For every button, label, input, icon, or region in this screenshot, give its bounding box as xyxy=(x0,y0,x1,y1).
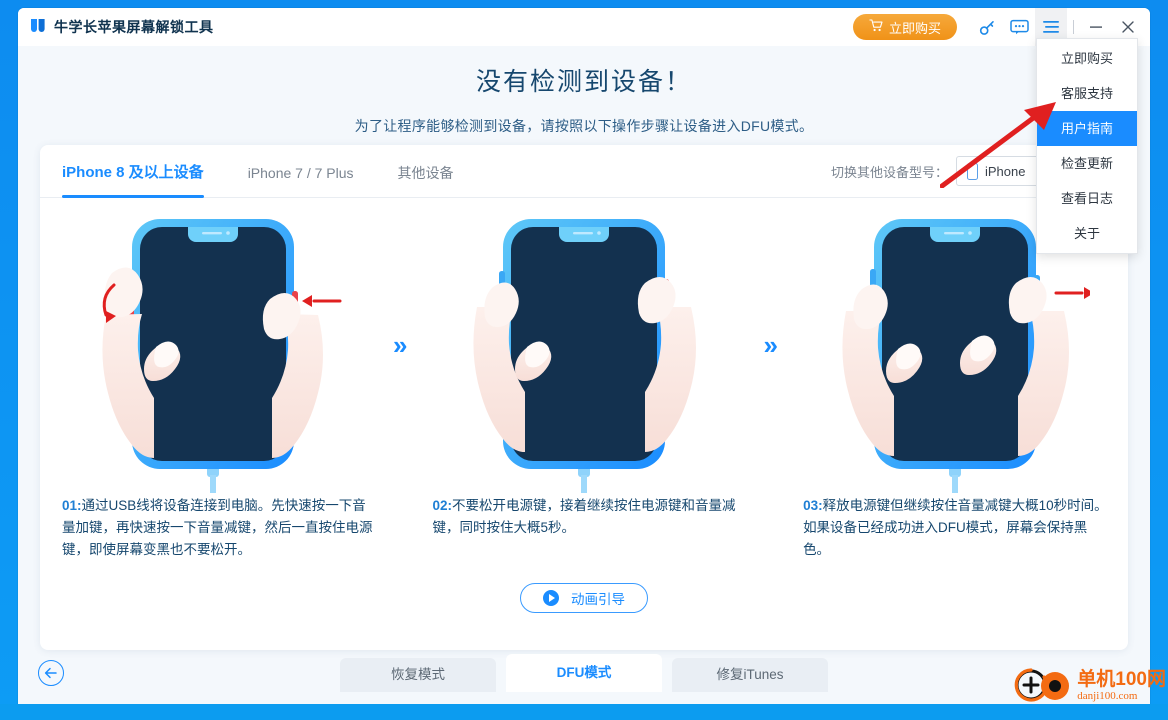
animation-guide-button[interactable]: 动画引导 xyxy=(520,583,648,613)
step-1: 01:通过USB线将设备连接到电脑。先快速按一下音量加键，再快速按一下音量减键，… xyxy=(50,200,377,561)
watermark-logo-icon xyxy=(1013,663,1075,708)
step-3-number: 03: xyxy=(803,498,823,513)
steps-row: 01:通过USB线将设备连接到电脑。先快速按一下音量加键，再快速按一下音量减键，… xyxy=(40,198,1128,561)
brand: 牛学长苹果屏幕解锁工具 xyxy=(18,17,214,37)
step-separator-1-icon: » xyxy=(393,329,407,360)
tab-other-devices[interactable]: 其他设备 xyxy=(398,145,454,198)
watermark-text: 单机100网 danji100.com xyxy=(1077,670,1166,702)
step-3-body: 释放电源键但继续按住音量减键大概10秒时间。如果设备已经成功进入DFU模式，屏幕… xyxy=(803,498,1108,557)
menu-item-view-log[interactable]: 查看日志 xyxy=(1037,181,1137,216)
step-separator-2-icon: » xyxy=(763,329,778,360)
back-arrow-icon[interactable] xyxy=(38,660,64,686)
step-1-number: 01: xyxy=(62,498,82,513)
watermark-sub: danji100.com xyxy=(1077,689,1138,702)
app-window: 牛学长苹果屏幕解锁工具 立即购买 没有检测到设备！ 为了让程序能够检测到设备，请… xyxy=(18,8,1150,704)
bottom-accent-strip xyxy=(0,704,1168,720)
cart-icon xyxy=(869,19,883,35)
app-title: 牛学长苹果屏幕解锁工具 xyxy=(54,19,214,35)
menu-item-support[interactable]: 客服支持 xyxy=(1037,76,1137,111)
page-heading: 没有检测到设备！ 为了让程序能够检测到设备，请按照以下操作步骤让设备进入DFU模… xyxy=(18,46,1150,136)
animation-guide-wrap: 动画引导 xyxy=(40,583,1128,613)
app-logo-icon xyxy=(30,18,46,36)
mode-tab-dfu[interactable]: DFU模式 xyxy=(506,654,662,692)
step-2-body: 不要松开电源键，接着继续按住电源键和音量减键，同时按住大概5秒。 xyxy=(432,498,736,535)
menu-item-user-guide[interactable]: 用户指南 xyxy=(1037,111,1137,146)
switch-model-label: 切换其他设备型号： xyxy=(830,164,948,180)
mode-tabs: 恢复模式 DFU模式 修复iTunes xyxy=(340,654,828,692)
step-2: 02:不要松开电源键，接着继续按住电源键和音量减键，同时按住大概5秒。 xyxy=(421,200,748,539)
bottom-bar: 恢复模式 DFU模式 修复iTunes xyxy=(18,650,1150,692)
buy-now-label: 立即购买 xyxy=(888,20,941,36)
play-icon xyxy=(543,590,559,606)
title-bar: 牛学长苹果屏幕解锁工具 立即购买 xyxy=(18,8,1150,46)
step-2-illustration xyxy=(421,200,748,495)
application-root: 牛学长苹果屏幕解锁工具 立即购买 没有检测到设备！ 为了让程序能够检测到设备，请… xyxy=(0,0,1168,720)
main-card: iPhone 8 及以上设备 iPhone 7 / 7 Plus 其他设备 切换… xyxy=(40,145,1128,650)
step-1-illustration xyxy=(50,200,377,495)
step-3-text: 03:释放电源键但继续按住音量减键大概10秒时间。如果设备已经成功进入DFU模式… xyxy=(791,495,1118,561)
watermark-main: 单机100网 xyxy=(1077,668,1166,690)
buy-now-button[interactable]: 立即购买 xyxy=(852,14,957,40)
menu-item-check-update[interactable]: 检查更新 xyxy=(1037,146,1137,181)
step-2-text: 02:不要松开电源键，接着继续按住电源键和音量减键，同时按住大概5秒。 xyxy=(421,495,748,539)
key-icon[interactable] xyxy=(971,12,1003,42)
watermark: 单机100网 danji100.com xyxy=(1013,663,1166,708)
titlebar-divider xyxy=(1073,20,1074,34)
animation-guide-label: 动画引导 xyxy=(571,592,625,607)
page-title: 没有检测到设备！ xyxy=(475,68,692,96)
step-1-text: 01:通过USB线将设备连接到电脑。先快速按一下音量加键，再快速按一下音量减键，… xyxy=(50,495,377,561)
phone-icon xyxy=(967,162,978,180)
menu-item-buy-now[interactable]: 立即购买 xyxy=(1037,41,1137,76)
chat-icon[interactable] xyxy=(1003,12,1035,42)
mode-tab-recovery[interactable]: 恢复模式 xyxy=(340,658,496,692)
device-model-value: iPhone xyxy=(985,163,1026,179)
page-subtitle: 为了让程序能够检测到设备，请按照以下操作步骤让设备进入DFU模式。 xyxy=(354,118,814,134)
step-2-number: 02: xyxy=(432,498,453,513)
device-tabs: iPhone 8 及以上设备 iPhone 7 / 7 Plus 其他设备 切换… xyxy=(40,145,1128,198)
step-3: 03:释放电源键但继续按住音量减键大概10秒时间。如果设备已经成功进入DFU模式… xyxy=(791,200,1118,561)
menu-item-about[interactable]: 关于 xyxy=(1037,216,1137,251)
tab-iphone7[interactable]: iPhone 7 / 7 Plus xyxy=(248,145,354,198)
app-menu-dropdown: 立即购买 客服支持 用户指南 检查更新 查看日志 关于 xyxy=(1036,38,1138,254)
step-1-body: 通过USB线将设备连接到电脑。先快速按一下音量加键，再快速按一下音量减键，然后一… xyxy=(62,498,373,557)
mode-tab-fix-itunes[interactable]: 修复iTunes xyxy=(672,658,828,692)
tab-iphone8-plus[interactable]: iPhone 8 及以上设备 xyxy=(62,145,204,198)
